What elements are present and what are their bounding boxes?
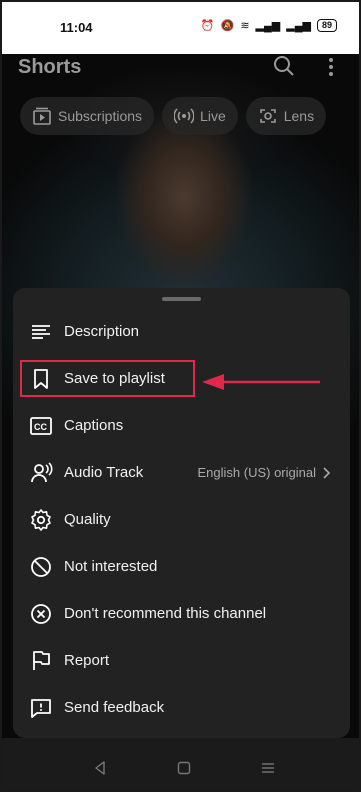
audio-track-icon (31, 462, 53, 483)
menu-item-not-interested[interactable]: Not interested (13, 543, 350, 590)
menu-item-send-feedback[interactable]: Send feedback (13, 684, 350, 731)
menu-item-label: Quality (64, 511, 111, 528)
recents-icon[interactable] (260, 760, 276, 776)
shorts-top-bar: Shorts (2, 54, 359, 88)
subscriptions-icon (33, 107, 51, 125)
chip-lens[interactable]: Lens (245, 97, 327, 135)
alarm-icon: ⏰ (200, 20, 215, 32)
back-icon[interactable] (92, 760, 108, 776)
more-vert-icon[interactable] (327, 56, 335, 78)
chevron-right-icon (323, 466, 330, 479)
menu-item-dont-recommend-channel[interactable]: Don't recommend this channel (13, 590, 350, 637)
description-icon (32, 325, 50, 339)
status-bar: 11:04 ⏰ 🔕 ≋ ▂▄▆ ▂▄▆ 89 (2, 2, 359, 54)
sheet-drag-handle[interactable] (162, 297, 201, 301)
chip-label: Live (200, 108, 226, 124)
menu-item-report[interactable]: Report (13, 637, 350, 684)
chip-subscriptions[interactable]: Subscriptions (20, 97, 155, 135)
menu-item-description[interactable]: Description (13, 308, 350, 355)
shorts-chips: Subscriptions Live Lens (20, 97, 327, 135)
block-icon (31, 557, 51, 577)
signal-icon: ▂▄▆ (255, 20, 281, 32)
signal-icon-2: ▂▄▆ (286, 20, 311, 32)
status-icons: ⏰ 🔕 ≋ ▂▄▆ ▂▄▆ 89 (201, 19, 337, 32)
menu-item-label: Captions (64, 417, 124, 434)
live-icon (174, 108, 195, 124)
wifi-icon: ≋ (240, 20, 250, 32)
chip-live[interactable]: Live (162, 97, 238, 135)
menu-item-quality[interactable]: Quality (13, 496, 350, 543)
battery-indicator: 89 (316, 19, 337, 32)
lens-icon (259, 109, 276, 123)
phone-frame: 11:04 ⏰ 🔕 ≋ ▂▄▆ ▂▄▆ 89 Shorts Subscripti… (0, 0, 361, 792)
chip-label: Lens (283, 108, 315, 124)
feedback-icon (31, 699, 51, 718)
menu-item-label: Send feedback (64, 699, 165, 716)
captions-icon: CC (30, 417, 52, 435)
home-icon[interactable] (176, 760, 192, 776)
gear-icon (31, 509, 51, 531)
status-time: 11:04 (60, 20, 93, 35)
highlight-box (20, 360, 195, 397)
menu-item-audio-track[interactable]: Audio Track English (US) original (13, 449, 350, 496)
menu-item-label: Audio Track (64, 464, 144, 481)
x-circle-icon (31, 604, 51, 624)
menu-item-label: Description (64, 323, 140, 340)
menu-item-label: Don't recommend this channel (64, 605, 267, 622)
svg-text:CC: CC (34, 422, 47, 432)
menu-item-captions[interactable]: CC Captions (13, 402, 350, 449)
audio-track-language: English (US) original (197, 465, 317, 480)
shorts-options-sheet: Description Save to playlist CC Captions (13, 288, 350, 738)
menu-item-label: Report (64, 652, 110, 669)
mute-icon: 🔕 (220, 20, 235, 32)
flag-icon (33, 651, 50, 670)
search-icon[interactable] (272, 54, 296, 78)
system-nav-bar (2, 738, 359, 790)
menu-item-label: Not interested (64, 558, 158, 575)
annotation-arrow-icon (202, 374, 320, 390)
page-title: Shorts (18, 56, 82, 78)
chip-label: Subscriptions (58, 108, 143, 124)
audio-track-value: English (US) original (197, 465, 330, 480)
